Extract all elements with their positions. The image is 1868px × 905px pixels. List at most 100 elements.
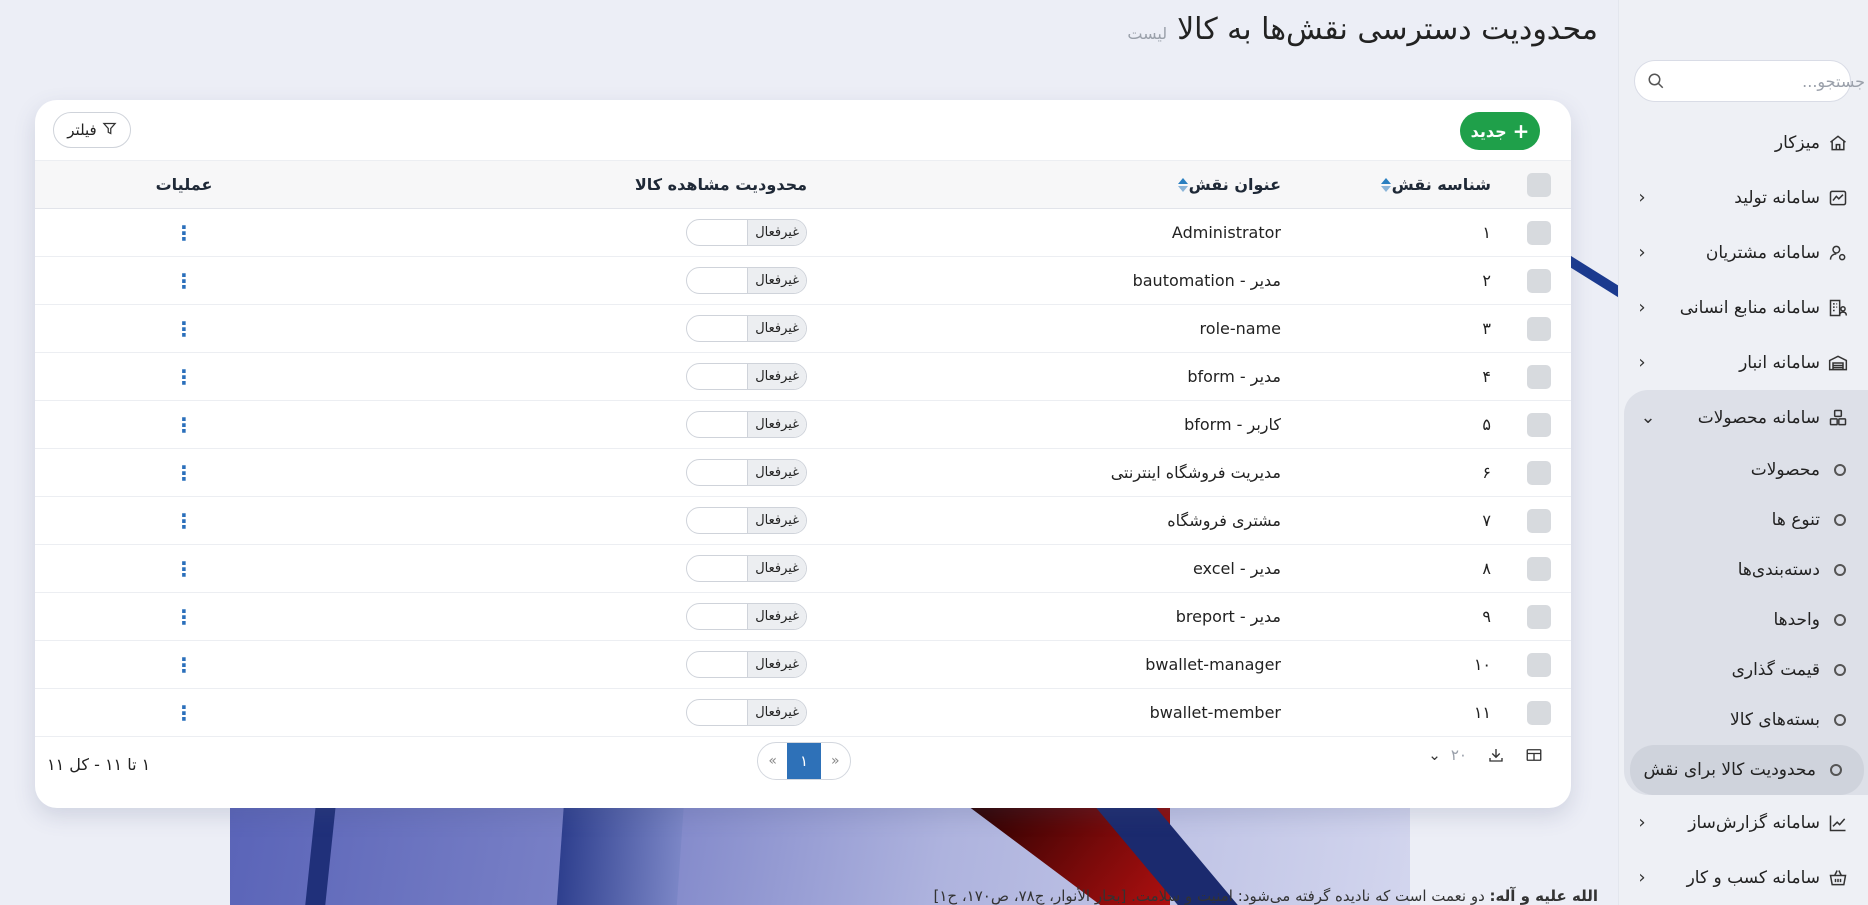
more-vertical-icon[interactable]: ⋮ [174, 365, 194, 389]
table-row[interactable]: ۱ Administrator غیرفعال ⋮ [35, 209, 1571, 257]
prev-page-button[interactable]: « [758, 753, 787, 769]
column-header-role-title[interactable]: عنوان نقش [807, 161, 1281, 209]
sidebar-subitem-pricing[interactable]: قیمت گذاری [1624, 645, 1868, 695]
cell-role-title: مدیر - breport [1175, 607, 1281, 626]
view-limit-toggle[interactable]: غیرفعال [686, 603, 807, 630]
view-limit-toggle[interactable]: غیرفعال [686, 267, 807, 294]
sort-icon[interactable] [1177, 177, 1189, 193]
row-checkbox[interactable] [1527, 220, 1551, 245]
sidebar-item-report-builder[interactable]: سامانه گزارش‌ساز ‹ [1618, 795, 1868, 850]
select-all-checkbox[interactable] [1527, 172, 1551, 197]
row-checkbox[interactable] [1527, 460, 1551, 485]
view-limit-toggle[interactable]: غیرفعال [686, 459, 807, 486]
current-page-button[interactable]: ۱ [787, 743, 821, 779]
sidebar-subitem-label: محصولات [1750, 460, 1820, 480]
sidebar-item-label: میزکار [1774, 132, 1820, 153]
sidebar-subitem-units[interactable]: واحدها [1624, 595, 1868, 645]
filter-button[interactable]: فیلتر [53, 112, 131, 148]
view-limit-toggle[interactable]: غیرفعال [686, 363, 807, 390]
more-vertical-icon[interactable]: ⋮ [174, 461, 194, 485]
cell-role-id: ۱ [1482, 223, 1491, 242]
warehouse-icon [1826, 351, 1850, 375]
row-checkbox[interactable] [1527, 412, 1551, 437]
table-row[interactable]: ۵ کاربر - bform غیرفعال ⋮ [35, 401, 1571, 449]
cell-role-id: ۷ [1482, 511, 1491, 530]
row-checkbox[interactable] [1527, 604, 1551, 629]
sidebar-item-production[interactable]: سامانه تولید ‹ [1618, 170, 1868, 225]
more-vertical-icon[interactable]: ⋮ [174, 413, 194, 437]
table-row[interactable]: ۸ مدیر - excel غیرفعال ⋮ [35, 545, 1571, 593]
sidebar-item-dashboard[interactable]: میزکار [1618, 115, 1868, 170]
column-header-role-id[interactable]: شناسه نقش [1281, 161, 1491, 209]
chevron-left-icon: ‹ [1638, 867, 1646, 888]
view-limit-toggle[interactable]: غیرفعال [686, 651, 807, 678]
circle-icon [1834, 564, 1846, 576]
chevron-down-icon: ⌄ [1428, 746, 1441, 764]
page-title: محدودیت دسترسی نقش‌ها به کالا [1177, 12, 1598, 47]
table-row[interactable]: ۴ مدیر - bform غیرفعال ⋮ [35, 353, 1571, 401]
more-vertical-icon[interactable]: ⋮ [174, 653, 194, 677]
sidebar-subitem-label: دسته‌بندی‌ها [1737, 560, 1820, 580]
new-button[interactable]: + جدید [1460, 112, 1540, 150]
page-header: محدودیت دسترسی نقش‌ها به کالا لیست [1127, 12, 1598, 47]
sidebar-subitem-label: واحدها [1773, 610, 1820, 630]
table-row[interactable]: ۲ مدیر - bautomation غیرفعال ⋮ [35, 257, 1571, 305]
search-input[interactable] [1665, 71, 1865, 91]
cell-role-id: ۴ [1482, 367, 1491, 386]
toggle-label: غیرفعال [747, 460, 806, 485]
view-limit-toggle[interactable]: غیرفعال [686, 219, 807, 246]
row-checkbox[interactable] [1527, 508, 1551, 533]
sidebar-subitem-bundles[interactable]: بسته‌های کالا [1624, 695, 1868, 745]
search-box[interactable] [1634, 60, 1865, 102]
sidebar-item-hr[interactable]: سامانه منابع انسانی ‹ [1618, 280, 1868, 335]
table-header-row: شناسه نقش عنوان نقش محدودیت مشاهده کالا … [35, 160, 1571, 209]
sidebar-subitem-products[interactable]: محصولات [1624, 445, 1868, 495]
row-checkbox[interactable] [1527, 364, 1551, 389]
view-limit-toggle[interactable]: غیرفعال [686, 411, 807, 438]
cell-role-title: role-name [1199, 319, 1281, 338]
sidebar-item-products[interactable]: سامانه محصولات ⌄ [1624, 390, 1868, 445]
bottom-quote: الله علیه و آله: دو نعمت است که نادیده گ… [933, 887, 1598, 905]
more-vertical-icon[interactable]: ⋮ [174, 317, 194, 341]
sidebar-subitem-categories[interactable]: دسته‌بندی‌ها [1624, 545, 1868, 595]
row-checkbox[interactable] [1527, 268, 1551, 293]
columns-icon[interactable] [1525, 746, 1543, 764]
chevron-left-icon: ‹ [1638, 297, 1646, 318]
row-checkbox[interactable] [1527, 556, 1551, 581]
view-limit-toggle[interactable]: غیرفعال [686, 555, 807, 582]
sidebar-subitem-variants[interactable]: تنوع ها [1624, 495, 1868, 545]
more-vertical-icon[interactable]: ⋮ [174, 557, 194, 581]
sidebar-subitem-role-limit[interactable]: محدودیت کالا برای نقش [1630, 745, 1864, 795]
sort-icon[interactable] [1380, 177, 1392, 193]
table-row[interactable]: ۹ مدیر - breport غیرفعال ⋮ [35, 593, 1571, 641]
search-icon[interactable] [1647, 72, 1665, 90]
sidebar-item-warehouse[interactable]: سامانه انبار ‹ [1618, 335, 1868, 390]
cell-role-title: مدیر - excel [1192, 559, 1281, 578]
circle-icon [1834, 614, 1846, 626]
row-checkbox[interactable] [1527, 652, 1551, 677]
circle-icon [1834, 664, 1846, 676]
next-page-button[interactable]: » [821, 753, 850, 769]
cell-role-title: مشتری فروشگاه [1167, 511, 1281, 530]
toggle-label: غیرفعال [747, 316, 806, 341]
toggle-label: غیرفعال [747, 364, 806, 389]
table-row[interactable]: ۶ مدیریت فروشگاه اینترنتی غیرفعال ⋮ [35, 449, 1571, 497]
chart-board-icon [1826, 186, 1850, 210]
cell-role-title: مدیریت فروشگاه اینترنتی [1110, 463, 1281, 482]
view-limit-toggle[interactable]: غیرفعال [686, 507, 807, 534]
view-limit-toggle[interactable]: غیرفعال [686, 315, 807, 342]
page-size-select[interactable]: ۲۰ ⌄ [1428, 746, 1467, 764]
line-chart-icon [1826, 811, 1850, 835]
row-checkbox[interactable] [1527, 316, 1551, 341]
table-row[interactable]: ۳ role-name غیرفعال ⋮ [35, 305, 1571, 353]
table-row[interactable]: ۱۰ bwallet-manager غیرفعال ⋮ [35, 641, 1571, 689]
sidebar-item-customers[interactable]: سامانه مشتریان ‹ [1618, 225, 1868, 280]
more-vertical-icon[interactable]: ⋮ [174, 605, 194, 629]
more-vertical-icon[interactable]: ⋮ [174, 269, 194, 293]
more-vertical-icon[interactable]: ⋮ [174, 509, 194, 533]
sidebar-item-business[interactable]: سامانه کسب و کار ‹ [1618, 850, 1868, 905]
column-header-view-limit: محدودیت مشاهده کالا [634, 175, 807, 194]
download-icon[interactable] [1487, 746, 1505, 764]
more-vertical-icon[interactable]: ⋮ [174, 221, 194, 245]
table-row[interactable]: ۷ مشتری فروشگاه غیرفعال ⋮ [35, 497, 1571, 545]
